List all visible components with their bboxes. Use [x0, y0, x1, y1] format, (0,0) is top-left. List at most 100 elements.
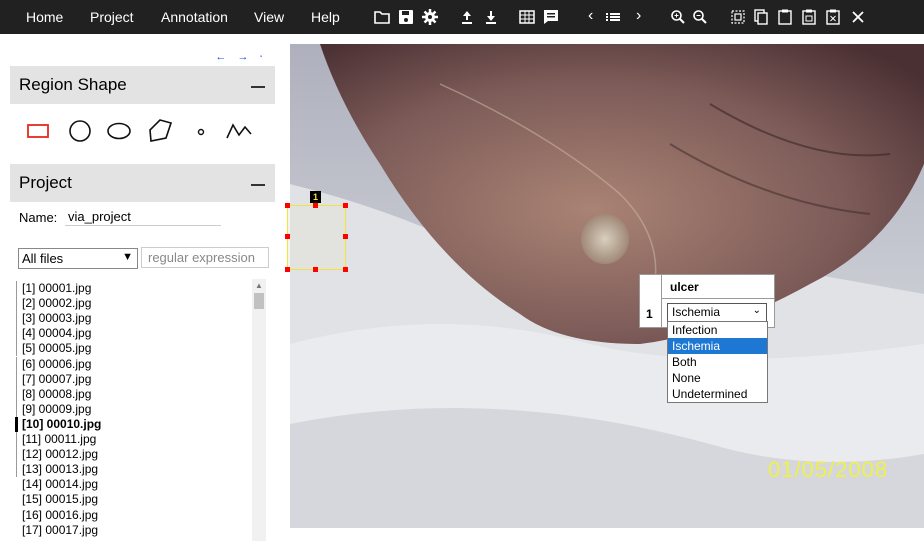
file-list-marker: [16, 356, 17, 372]
option-undetermined[interactable]: Undetermined: [668, 386, 767, 402]
file-list-item[interactable]: [11] 00011.jpg: [22, 432, 96, 447]
file-list: [1] 00001.jpg [2] 00002.jpg [3] 00003.jpg[…: [10, 279, 275, 541]
resize-handle[interactable]: [343, 267, 348, 272]
collapse-icon[interactable]: [251, 184, 265, 186]
ulcer-type-select[interactable]: Ischemia ⌄: [667, 303, 767, 322]
option-both[interactable]: Both: [668, 354, 767, 370]
save-icon[interactable]: [397, 8, 415, 26]
project-title: Project: [19, 173, 72, 192]
file-list-item[interactable]: [9] 00009.jpg: [22, 402, 91, 417]
option-none[interactable]: None: [668, 370, 767, 386]
resize-handle[interactable]: [313, 203, 318, 208]
menu-project[interactable]: Project: [90, 9, 134, 25]
folder-icon[interactable]: [373, 8, 391, 26]
file-list-marker: [16, 311, 17, 327]
region-id-label: 1: [310, 191, 321, 203]
image-canvas[interactable]: 01/05/2008: [290, 44, 924, 528]
file-list-item[interactable]: [12] 00012.jpg: [22, 447, 98, 462]
menu-annotation[interactable]: Annotation: [161, 9, 228, 25]
column-divider: [661, 299, 662, 327]
file-list-scrollbar[interactable]: ▲: [252, 279, 266, 541]
project-name-label: Name:: [19, 210, 58, 225]
resize-handle[interactable]: [343, 203, 348, 208]
project-header[interactable]: Project: [10, 164, 275, 202]
rectangle-shape-icon[interactable]: [24, 116, 54, 146]
next-icon[interactable]: ›: [636, 7, 641, 25]
chevron-down-icon: ⌄: [752, 305, 761, 316]
file-list-marker: [16, 401, 17, 417]
attribute-header: ulcer: [661, 275, 774, 299]
file-list-marker: [16, 281, 17, 297]
resize-handle[interactable]: [285, 234, 290, 239]
zoom-in-icon[interactable]: [669, 8, 687, 26]
file-list-item[interactable]: [5] 00005.jpg: [22, 341, 91, 356]
settings-icon[interactable]: [421, 8, 439, 26]
file-list-item[interactable]: [16] 00016.jpg: [22, 508, 98, 523]
file-list-item[interactable]: [13] 00013.jpg: [22, 462, 98, 477]
file-list-marker: [15, 416, 18, 432]
download-icon[interactable]: [482, 8, 500, 26]
resize-handle[interactable]: [313, 267, 318, 272]
file-list-item[interactable]: [17] 00017.jpg: [22, 523, 98, 538]
file-list-item[interactable]: [4] 00004.jpg: [22, 326, 91, 341]
polygon-shape-icon[interactable]: [144, 116, 174, 146]
message-icon[interactable]: [542, 8, 560, 26]
region-shape-title: Region Shape: [19, 75, 127, 94]
paste-special-icon[interactable]: [800, 8, 818, 26]
file-list-marker: [16, 447, 17, 463]
file-list-marker: [16, 341, 17, 357]
file-list-item[interactable]: [8] 00008.jpg: [22, 387, 91, 402]
ellipse-shape-icon[interactable]: [104, 116, 134, 146]
option-ischemia[interactable]: Ischemia: [668, 338, 767, 354]
zoom-out-icon[interactable]: [691, 8, 709, 26]
select-all-icon[interactable]: [729, 8, 747, 26]
region-shape-header[interactable]: Region Shape: [10, 66, 275, 104]
polyline-shape-icon[interactable]: [224, 116, 254, 146]
scrollbar-thumb[interactable]: [254, 293, 264, 309]
delete-icon[interactable]: [824, 8, 842, 26]
region-row-number: 1: [646, 307, 653, 321]
circle-shape-icon[interactable]: [65, 116, 95, 146]
grid-icon[interactable]: [518, 8, 536, 26]
file-list-item[interactable]: [15] 00015.jpg: [22, 492, 98, 507]
option-infection[interactable]: Infection: [668, 322, 767, 338]
project-name-row: Name: via_project: [19, 208, 221, 226]
left-panel: ← → ⋅ Region Shape Project Name: via_pro…: [10, 44, 275, 541]
file-list-item[interactable]: [7] 00007.jpg: [22, 372, 91, 387]
file-list-item[interactable]: [10] 00010.jpg: [22, 417, 101, 432]
file-list-item[interactable]: [6] 00006.jpg: [22, 357, 91, 372]
file-list-marker: [16, 432, 17, 448]
file-filter-select[interactable]: All files ▼: [18, 248, 138, 269]
menu-home[interactable]: Home: [26, 9, 63, 25]
menu-help[interactable]: Help: [311, 9, 340, 25]
file-list-marker: [16, 462, 17, 478]
resize-handle[interactable]: [285, 267, 290, 272]
copy-icon[interactable]: [752, 8, 770, 26]
resize-handle[interactable]: [343, 234, 348, 239]
list-icon[interactable]: [604, 8, 622, 26]
file-list-marker: [16, 371, 17, 387]
paste-icon[interactable]: [776, 8, 794, 26]
close-icon[interactable]: [849, 8, 867, 26]
prev-icon[interactable]: ‹: [588, 7, 593, 25]
menu-view[interactable]: View: [254, 9, 284, 25]
file-list-item[interactable]: [14] 00014.jpg: [22, 477, 98, 492]
point-shape-icon[interactable]: [186, 116, 216, 146]
collapse-icon[interactable]: [251, 86, 265, 88]
chevron-down-icon: ▼: [122, 251, 133, 263]
file-list-marker: [16, 296, 17, 312]
file-list-item[interactable]: [2] 00002.jpg: [22, 296, 91, 311]
regex-filter-input[interactable]: regular expression: [141, 247, 269, 268]
file-list-item[interactable]: [1] 00001.jpg: [22, 281, 91, 296]
panel-resize-arrows[interactable]: ← → ⋅: [215, 50, 267, 63]
file-list-marker: [16, 326, 17, 342]
upload-icon[interactable]: [458, 8, 476, 26]
region-rectangle[interactable]: [285, 203, 348, 272]
ulcer-type-dropdown: Infection Ischemia Both None Undetermine…: [667, 321, 768, 403]
project-name-input[interactable]: via_project: [65, 208, 221, 226]
ulcer-type-value: Ischemia: [672, 305, 721, 319]
file-list-item[interactable]: [3] 00003.jpg: [22, 311, 91, 326]
scroll-up-icon[interactable]: ▲: [255, 281, 263, 290]
file-list-marker: [16, 386, 17, 402]
resize-handle[interactable]: [285, 203, 290, 208]
